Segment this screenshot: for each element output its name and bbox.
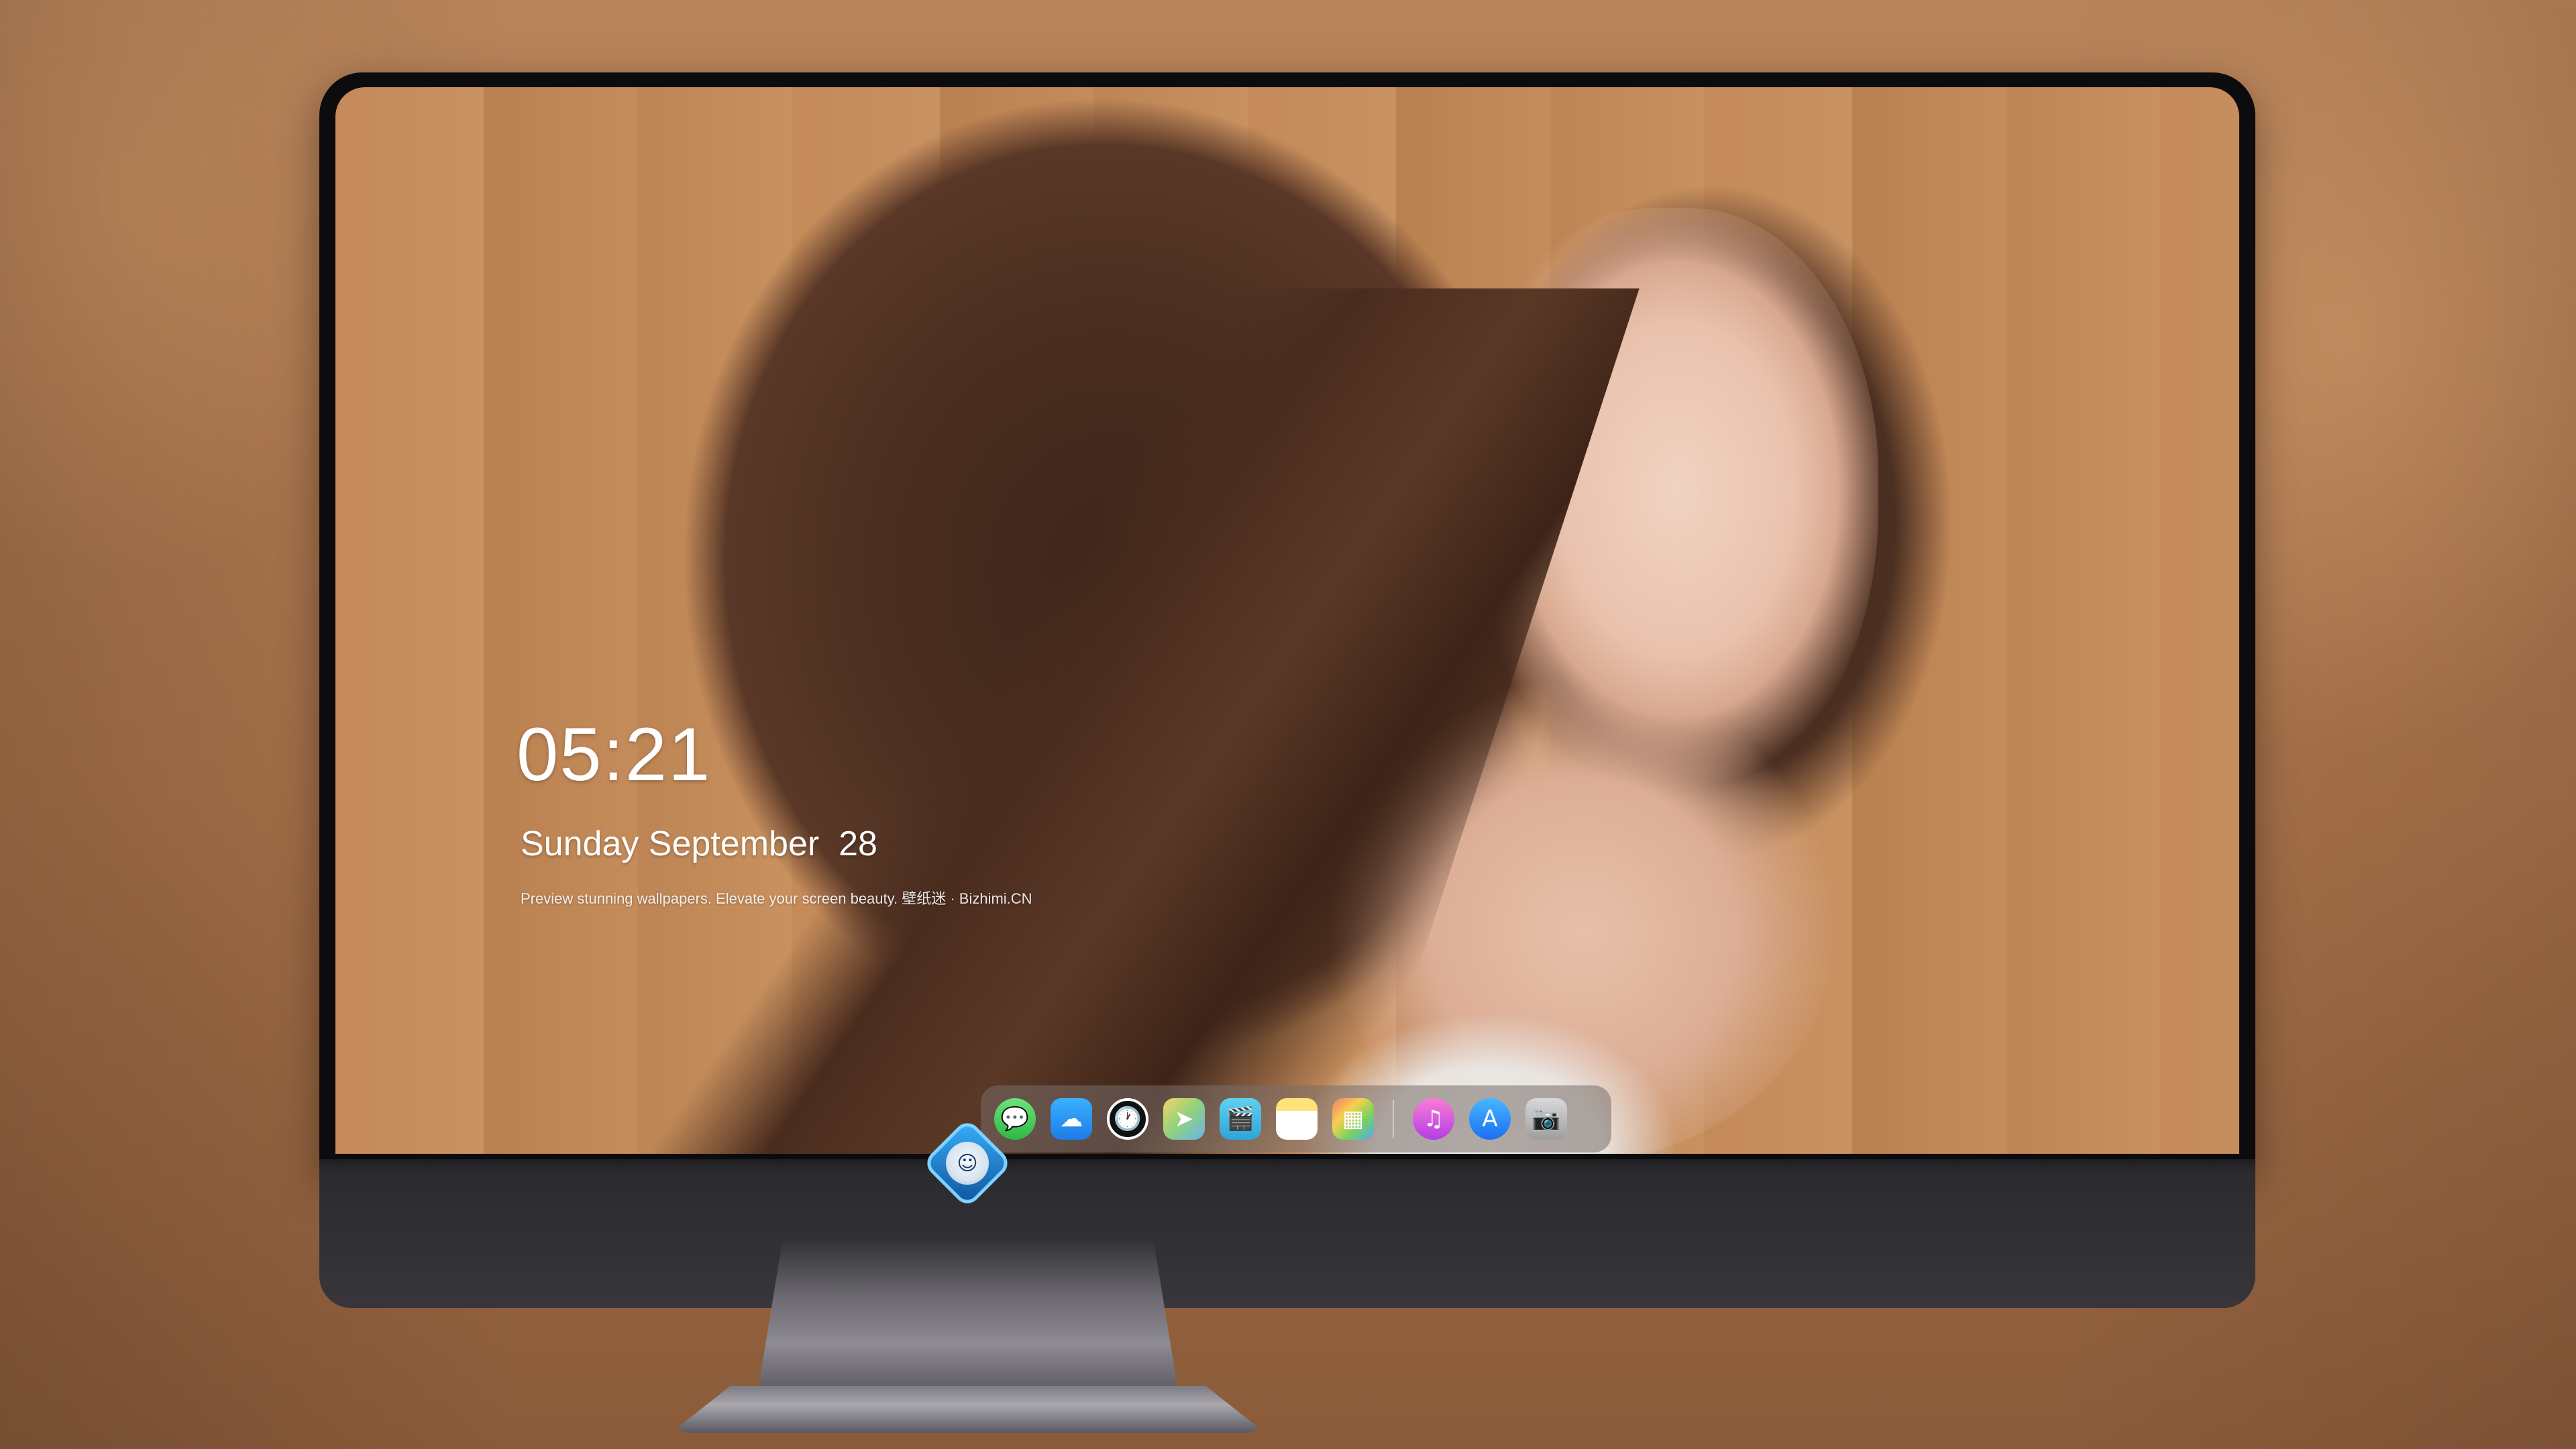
- notes-icon[interactable]: [1276, 1098, 1318, 1140]
- dock: 💬 ☁ 🕐 ➤ 🎬 ▦ ♫ A 📷: [981, 1085, 1611, 1152]
- desktop-screen: 05:21 Sunday September 28 Preview stunni…: [335, 87, 2239, 1154]
- lock-tagline: Preview stunning wallpapers. Elevate you…: [521, 890, 1032, 907]
- weather-icon[interactable]: ☁: [1051, 1098, 1092, 1140]
- music-icon[interactable]: ♫: [1413, 1098, 1454, 1140]
- dock-separator: [1393, 1100, 1394, 1138]
- monitor-stand-base: [671, 1386, 1265, 1433]
- clock-icon[interactable]: 🕐: [1107, 1098, 1148, 1140]
- monitor-chin: [319, 1159, 2255, 1308]
- logo-mascot-icon: ☺: [946, 1142, 989, 1185]
- monitor-bezel: 05:21 Sunday September 28 Preview stunni…: [319, 72, 2255, 1173]
- messages-icon[interactable]: 💬: [994, 1098, 1036, 1140]
- lock-clock: 05:21: [517, 712, 712, 796]
- monitor: 05:21 Sunday September 28 Preview stunni…: [319, 72, 2255, 1308]
- camera-icon[interactable]: 📷: [1525, 1098, 1567, 1140]
- video-icon[interactable]: 🎬: [1220, 1098, 1261, 1140]
- monitor-stand-neck: [758, 1236, 1178, 1390]
- photos-icon[interactable]: ▦: [1332, 1098, 1374, 1140]
- lock-date: Sunday September 28: [521, 824, 877, 863]
- app-store-icon[interactable]: A: [1469, 1098, 1511, 1140]
- maps-icon[interactable]: ➤: [1163, 1098, 1205, 1140]
